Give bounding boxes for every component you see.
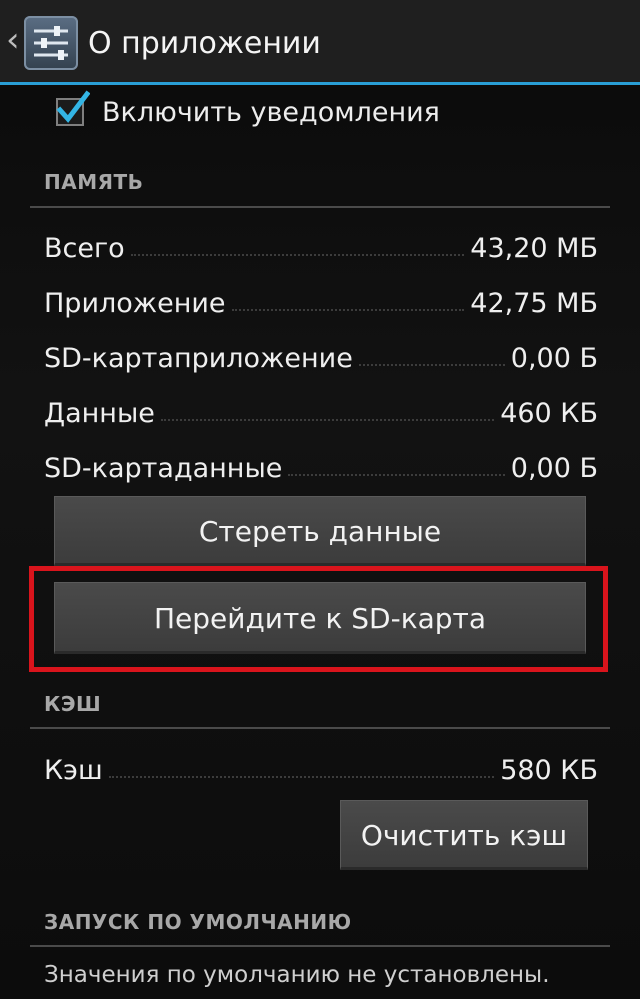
row-label: Приложение [44,288,226,319]
storage-header: ПАМЯТЬ [44,170,144,194]
page-title: О приложении [88,26,321,61]
dotted-leader [358,364,505,366]
row-label: Всего [44,233,125,264]
cache-divider [30,727,610,729]
row-label: Кэш [44,755,103,786]
clear-data-button[interactable]: Стереть данные [54,496,586,566]
launch-default-divider [30,945,610,947]
storage-row-sd-data: SD-картаданные 0,00 Б [44,444,598,484]
dotted-leader [108,776,495,778]
settings-sliders-icon[interactable] [24,16,78,70]
storage-row-total: Всего 43,20 МБ [44,224,598,264]
cache-header: КЭШ [44,692,102,716]
row-value: 580 КБ [500,755,598,786]
launch-default-header: ЗАПУСК ПО УМОЛЧАНИЮ [44,910,352,934]
storage-row-sd-app: SD-картаприложение 0,00 Б [44,334,598,374]
storage-divider [30,206,610,208]
clear-cache-button[interactable]: Очистить кэш [340,800,588,870]
notifications-checkbox[interactable] [56,90,90,126]
storage-row-data: Данные 460 КБ [44,389,598,429]
row-value: 460 КБ [500,398,598,429]
row-value: 0,00 Б [510,343,598,374]
dotted-leader [160,419,495,421]
app-info-screen: ‹ О приложении Включить уведомления ПАМЯ… [0,0,640,999]
notifications-toggle-row[interactable]: Включить уведомления [56,90,440,132]
dotted-leader [130,254,465,256]
checkmark-icon [56,90,90,123]
highlight-box [29,566,608,672]
dotted-leader [288,474,505,476]
row-value: 43,20 МБ [470,233,598,264]
row-label: Данные [44,398,155,429]
cache-row: Кэш 580 КБ [44,746,598,786]
action-bar-divider [0,82,640,85]
launch-default-info: Значения по умолчанию не установлены. [44,962,550,988]
row-label: SD-картаданные [44,453,283,484]
chevron-left-icon[interactable]: ‹ [6,22,20,58]
notifications-label: Включить уведомления [102,96,440,128]
row-label: SD-картаприложение [44,343,353,374]
dotted-leader [231,309,465,311]
action-bar: ‹ О приложении [0,0,640,85]
storage-row-app: Приложение 42,75 МБ [44,279,598,319]
row-value: 42,75 МБ [470,288,598,319]
row-value: 0,00 Б [510,453,598,484]
